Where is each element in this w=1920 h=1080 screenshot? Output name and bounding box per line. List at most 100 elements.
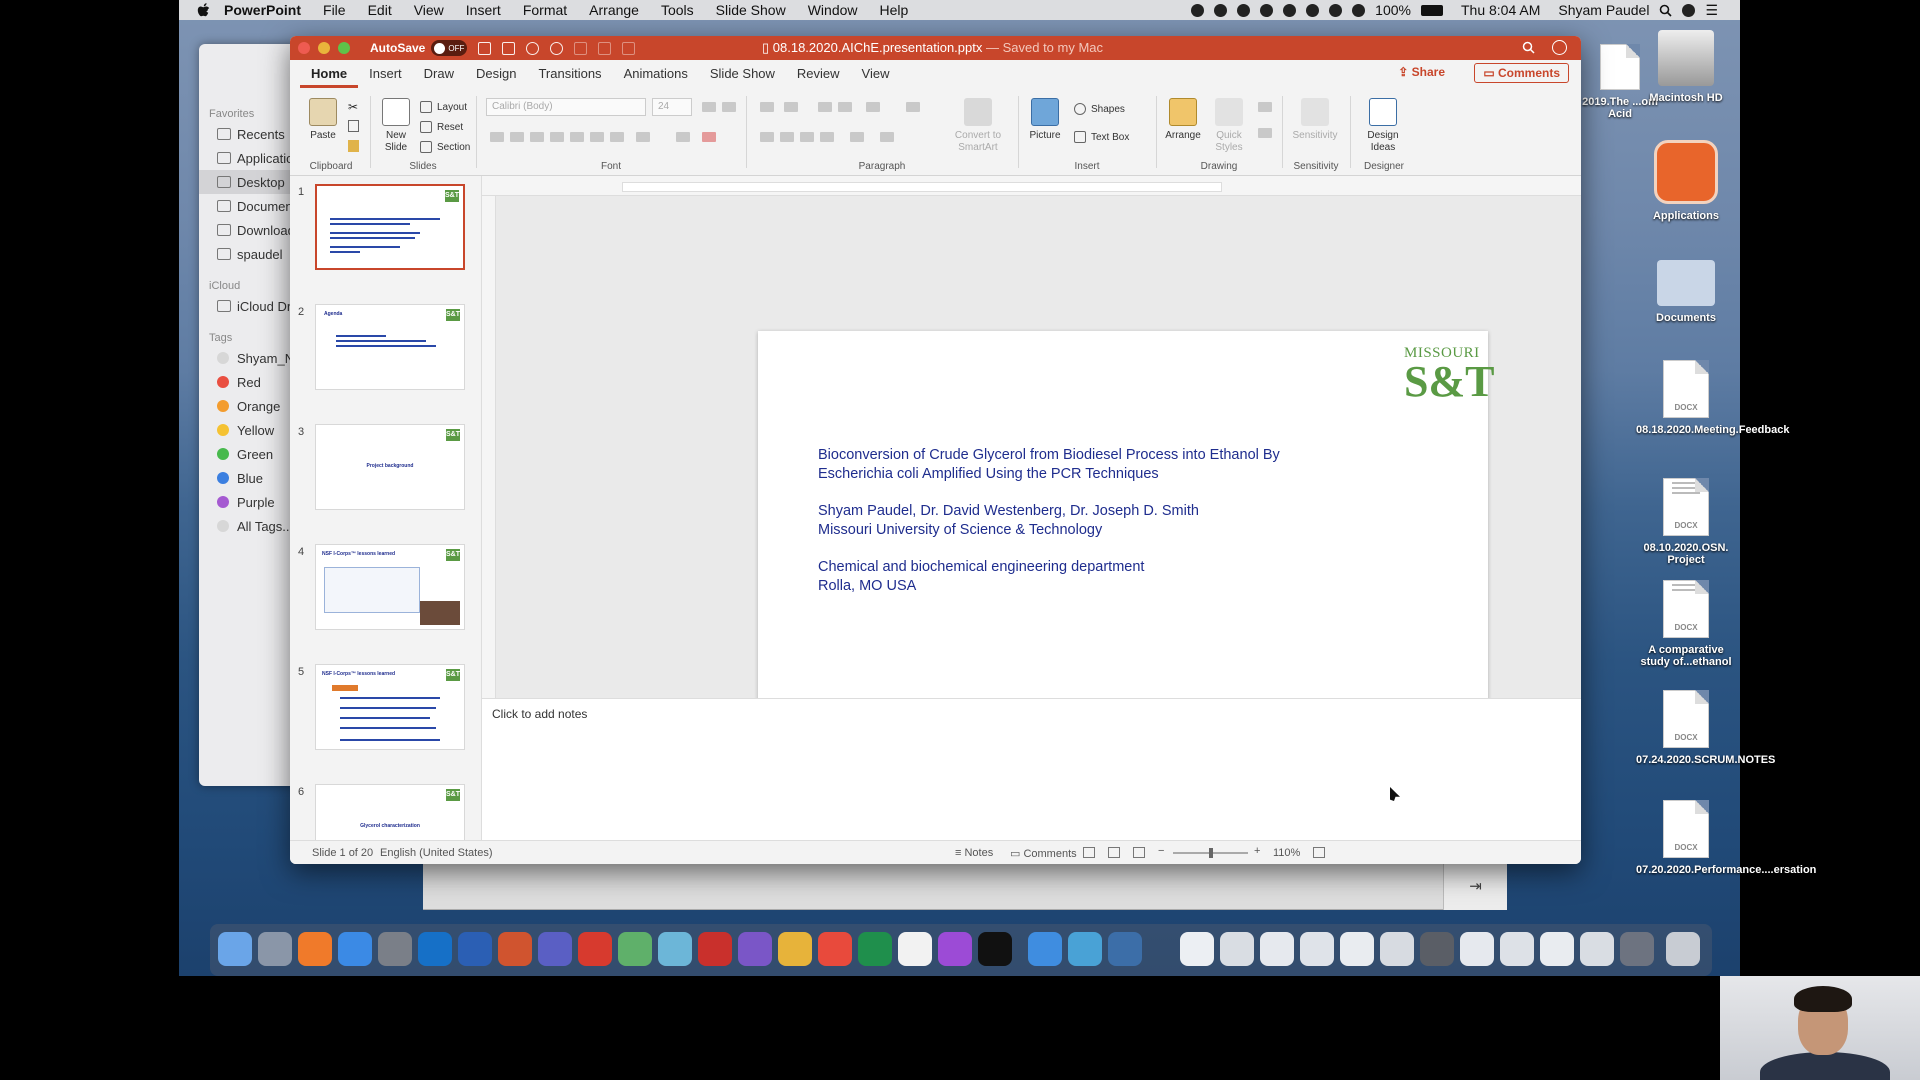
slide-sorter-icon[interactable] (1108, 847, 1120, 858)
menu-insert[interactable]: Insert (466, 2, 501, 18)
minimized-window-dock-icon[interactable] (1460, 932, 1494, 966)
change-case-icon[interactable] (636, 132, 650, 142)
sidebar-toggle-icon[interactable]: ⇥ (1443, 864, 1507, 910)
menu-file[interactable]: File (323, 2, 346, 18)
strikethrough-icon[interactable] (550, 132, 564, 142)
tab-view[interactable]: View (851, 66, 901, 88)
user-name[interactable]: Shyam Paudel (1558, 2, 1649, 18)
tab-home[interactable]: Home (300, 66, 359, 88)
apple-icon[interactable] (197, 2, 210, 18)
acrobat-dock-icon[interactable] (698, 932, 732, 966)
tab-animations[interactable]: Animations (613, 66, 699, 88)
columns-icon[interactable] (880, 132, 894, 142)
apple-tv-dock-icon[interactable] (978, 932, 1012, 966)
tab-insert[interactable]: Insert (358, 66, 413, 88)
zoom-slider[interactable] (1173, 848, 1248, 858)
safari-dock-icon[interactable] (338, 932, 372, 966)
minimized-window-dock-icon[interactable] (1620, 932, 1654, 966)
align-text-icon[interactable] (850, 132, 864, 142)
character-spacing-icon[interactable] (610, 132, 624, 142)
normal-view-icon[interactable] (1083, 847, 1095, 858)
slide-thumbnail-4[interactable]: S&T NSF I-Corps™ lessons learned (315, 544, 465, 630)
system-preferences-dock-icon[interactable] (378, 932, 412, 966)
new-slide-button[interactable]: New Slide (374, 98, 418, 154)
close-window-button[interactable] (298, 42, 310, 54)
numbering-icon[interactable] (784, 102, 798, 112)
italic-icon[interactable] (510, 132, 524, 142)
menu-view[interactable]: View (414, 2, 444, 18)
paste-button[interactable]: Paste (296, 98, 350, 142)
word-dock-icon[interactable] (458, 932, 492, 966)
quick-access-icon[interactable] (574, 41, 588, 55)
finder-tag[interactable]: Red (199, 370, 299, 394)
menu-tools[interactable]: Tools (661, 2, 694, 18)
finder-dock-icon[interactable] (218, 932, 252, 966)
shrink-font-icon[interactable] (722, 102, 736, 112)
arrange-button[interactable]: Arrange (1160, 98, 1206, 142)
status-app-icon[interactable] (1260, 3, 1274, 17)
share-button[interactable]: ⇪ Share (1398, 65, 1445, 79)
app-dock-icon[interactable] (1068, 932, 1102, 966)
quick-access-icon[interactable] (622, 41, 636, 55)
menu-window[interactable]: Window (808, 2, 858, 18)
viber-dock-icon[interactable] (738, 932, 772, 966)
app-dock-icon[interactable] (618, 932, 652, 966)
fit-to-window-icon[interactable] (1313, 847, 1325, 858)
underline-icon[interactable] (530, 132, 544, 142)
minimized-window-dock-icon[interactable] (1260, 932, 1294, 966)
menu-arrange[interactable]: Arrange (589, 2, 639, 18)
wifi-icon[interactable] (1329, 3, 1343, 17)
search-icon[interactable] (1522, 41, 1535, 54)
powerpoint-dock-icon[interactable] (498, 932, 532, 966)
text-direction-icon[interactable] (906, 102, 920, 112)
zoom-in-icon[interactable]: + (1254, 845, 1260, 857)
zoom-slider-knob[interactable] (1209, 848, 1213, 858)
trash-dock-icon[interactable] (1666, 932, 1700, 966)
desktop-file-icon[interactable]: DOCX 07.24.2020.SCRUM.NOTES (1636, 690, 1775, 766)
podcasts-dock-icon[interactable] (938, 932, 972, 966)
justify-icon[interactable] (820, 132, 834, 142)
autosave-toggle[interactable]: OFF (431, 40, 468, 56)
minimized-window-dock-icon[interactable] (1500, 932, 1534, 966)
superscript-icon[interactable] (570, 132, 584, 142)
menu-format[interactable]: Format (523, 2, 567, 18)
siri-icon[interactable] (1682, 3, 1696, 17)
finder-item-desktop[interactable]: Desktop (199, 170, 299, 194)
battery-icon[interactable] (1420, 4, 1443, 16)
finder-item-icloud[interactable]: iCloud Dr (199, 294, 299, 318)
desktop-file-icon[interactable]: DOCX 08.10.2020.OSN. Project (1636, 478, 1736, 566)
status-app-icon[interactable] (1191, 3, 1205, 17)
finder-tag[interactable]: All Tags... (199, 514, 299, 538)
line-spacing-icon[interactable] (866, 102, 880, 112)
finder-tag[interactable]: Blue (199, 466, 299, 490)
font-name-select[interactable]: Calibri (Body) (486, 98, 646, 116)
finder-tag[interactable]: Shyam_N (199, 346, 299, 370)
redo-icon[interactable] (550, 41, 564, 55)
zoom-level[interactable]: 110% (1273, 847, 1300, 859)
quick-styles-button[interactable]: Quick Styles (1206, 98, 1252, 154)
subscript-icon[interactable] (590, 132, 604, 142)
firefox-dock-icon[interactable] (298, 932, 332, 966)
zoom-out-icon[interactable]: − (1158, 845, 1164, 857)
save-icon[interactable] (502, 41, 516, 55)
battery-percent[interactable]: 100% (1375, 2, 1411, 18)
slide-thumbnail-5[interactable]: S&T NSF I-Corps™ lessons learned (315, 664, 465, 750)
status-app-icon[interactable] (1283, 3, 1297, 17)
minimized-window-dock-icon[interactable] (1420, 932, 1454, 966)
menu-app-name[interactable]: PowerPoint (224, 2, 301, 18)
volume-icon[interactable] (1352, 3, 1366, 17)
cut-icon[interactable]: ✂ (348, 100, 358, 114)
bullets-icon[interactable] (760, 102, 774, 112)
align-center-icon[interactable] (780, 132, 794, 142)
tab-transitions[interactable]: Transitions (527, 66, 612, 88)
outlook-dock-icon[interactable] (418, 932, 452, 966)
notification-center-icon[interactable]: ☰ (1705, 2, 1718, 19)
layout-button[interactable]: Layout (420, 98, 467, 116)
menu-slide-show[interactable]: Slide Show (716, 2, 786, 18)
highlight-icon[interactable] (676, 132, 690, 142)
quick-access-icon[interactable] (598, 41, 612, 55)
shape-outline-icon[interactable] (1258, 128, 1272, 138)
news-dock-icon[interactable] (898, 932, 932, 966)
tab-design[interactable]: Design (465, 66, 527, 88)
menu-help[interactable]: Help (880, 2, 909, 18)
